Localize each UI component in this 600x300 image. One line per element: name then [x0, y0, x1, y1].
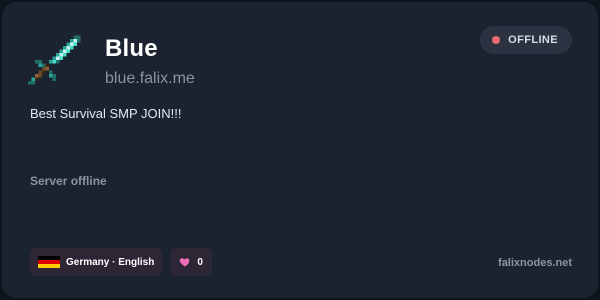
status-dot-icon [492, 36, 501, 44]
locale-label: Germany · English [66, 256, 155, 268]
server-address[interactable]: blue.falix.me [105, 70, 195, 88]
heart-icon [180, 258, 190, 267]
status-badge: OFFLINE [480, 26, 572, 54]
status-label: OFFLINE [508, 34, 558, 46]
germany-flag-icon [38, 255, 60, 269]
likes-button[interactable]: 0 [170, 248, 212, 276]
server-description: Best Survival SMP JOIN!!! [30, 106, 182, 121]
likes-count: 0 [197, 256, 203, 268]
server-name[interactable]: Blue [105, 35, 158, 63]
footer-tags: Germany · English 0 [30, 248, 212, 276]
server-status-message: Server offline [30, 174, 107, 188]
site-link[interactable]: falixnodes.net [498, 257, 572, 269]
diamond-sword-icon [28, 35, 81, 85]
locale-chip[interactable]: Germany · English [30, 248, 163, 276]
server-card[interactable]: Blue blue.falix.me OFFLINE Best Survival… [2, 2, 598, 298]
